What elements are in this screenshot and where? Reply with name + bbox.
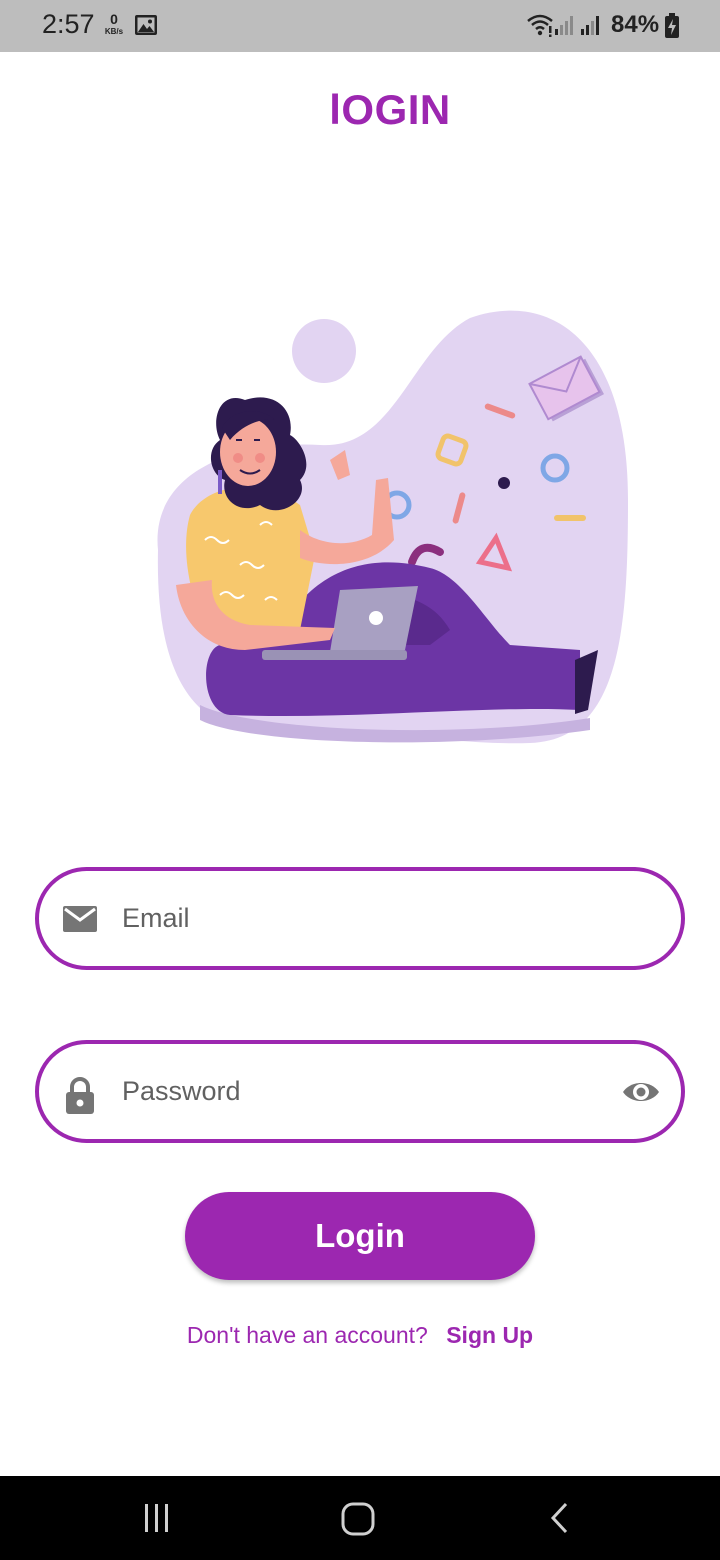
gallery-icon bbox=[134, 13, 158, 42]
network-speed-value: 0 bbox=[110, 11, 118, 27]
lock-icon bbox=[61, 1075, 99, 1120]
recent-apps-icon[interactable] bbox=[142, 1503, 172, 1538]
password-placeholder: Password bbox=[122, 1076, 241, 1106]
password-field[interactable]: Password bbox=[35, 1040, 685, 1143]
page-title: lOGIN bbox=[329, 86, 451, 133]
status-bar: 2:57 0 KB/s 84% bbox=[0, 0, 720, 52]
network-speed-unit: KB/s bbox=[104, 27, 124, 36]
status-time: 2:57 bbox=[42, 9, 95, 39]
navigation-bar bbox=[0, 1476, 720, 1560]
network-speed: 0 KB/s bbox=[100, 12, 128, 36]
email-field[interactable]: Email bbox=[35, 867, 685, 970]
signup-row: Don't have an account? Sign Up bbox=[0, 1322, 720, 1349]
battery-charging-icon bbox=[664, 13, 680, 44]
login-button[interactable]: Login bbox=[185, 1192, 535, 1280]
home-icon[interactable] bbox=[341, 1502, 375, 1541]
signal-icon bbox=[580, 14, 602, 41]
wifi-icon bbox=[526, 12, 554, 43]
back-icon[interactable] bbox=[548, 1501, 572, 1540]
eye-icon[interactable] bbox=[621, 1078, 661, 1111]
mail-icon bbox=[61, 902, 99, 941]
login-illustration bbox=[150, 300, 640, 760]
signal-icon bbox=[554, 14, 576, 41]
battery-percent: 84% bbox=[611, 11, 660, 38]
email-placeholder: Email bbox=[122, 903, 190, 933]
signup-prompt: Don't have an account? bbox=[186, 1322, 428, 1348]
sign-up-link[interactable]: Sign Up bbox=[446, 1322, 533, 1348]
